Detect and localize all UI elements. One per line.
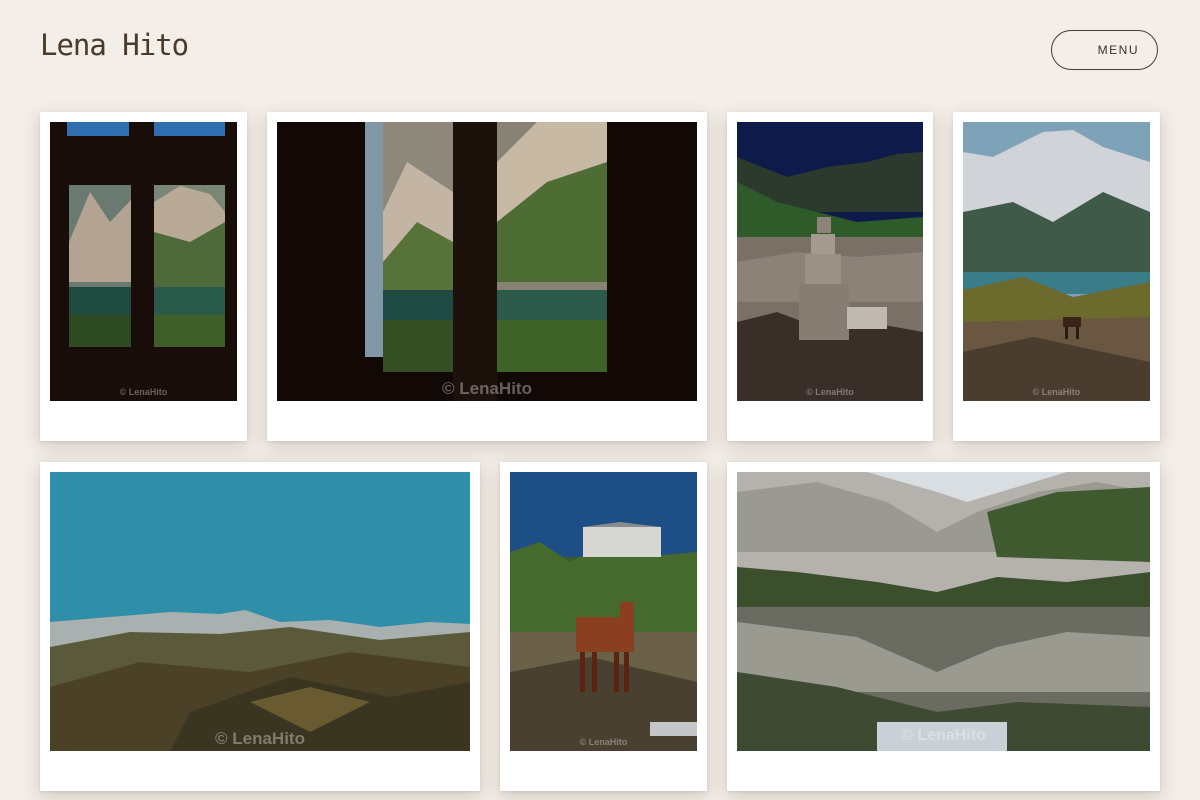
gallery-card[interactable]: © LenaHito <box>727 112 933 441</box>
gallery-card[interactable]: © LenaHito <box>40 112 247 441</box>
gallery-card[interactable]: © LenaHito <box>500 462 707 791</box>
photo-credit: © LenaHito <box>215 729 305 748</box>
gallery-photo: © LenaHito <box>510 472 697 751</box>
photo-credit: © LenaHito <box>901 727 986 744</box>
gallery-card[interactable]: © LenaHito <box>267 112 707 441</box>
gallery-photo: © LenaHito <box>277 122 697 401</box>
gallery-photo: © LenaHito <box>50 122 237 401</box>
site-brand[interactable]: Lena Hito <box>40 28 189 62</box>
gallery-photo: © LenaHito <box>50 472 470 751</box>
gallery-photo: © LenaHito <box>963 122 1150 401</box>
gallery-photo: © LenaHito <box>737 122 923 401</box>
gallery-card[interactable]: © LenaHito <box>40 462 480 791</box>
menu-button[interactable]: MENU <box>1051 30 1158 70</box>
gallery-photo: © LenaHito <box>737 472 1150 751</box>
photo-credit: © LenaHito <box>1032 387 1081 397</box>
gallery-card[interactable]: © LenaHito <box>953 112 1160 441</box>
photo-credit: © LenaHito <box>442 379 532 398</box>
photo-credit: © LenaHito <box>806 387 854 397</box>
gallery-card[interactable]: © LenaHito <box>727 462 1160 791</box>
photo-credit: © LenaHito <box>119 387 168 397</box>
photo-credit: © LenaHito <box>579 737 628 747</box>
site-header: Lena Hito MENU <box>0 0 1200 100</box>
